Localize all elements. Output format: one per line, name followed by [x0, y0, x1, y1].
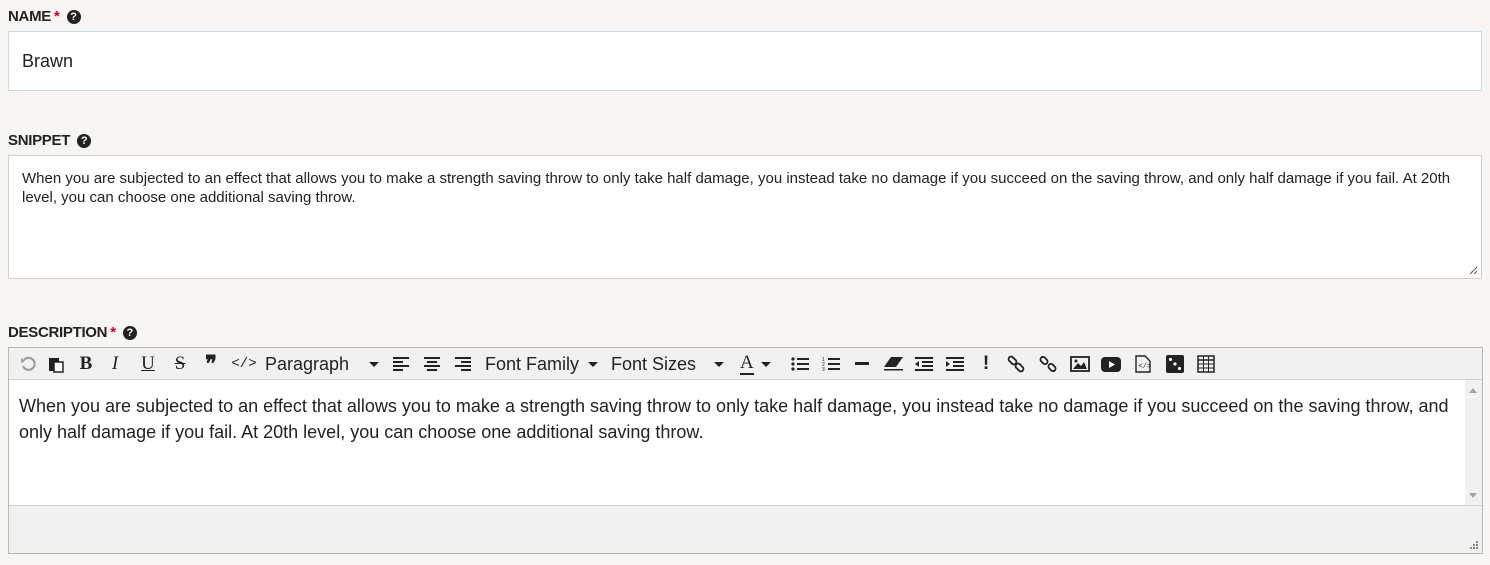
scroll-up-icon[interactable] [1469, 388, 1477, 393]
paste-icon[interactable] [45, 351, 67, 377]
block-format-dropdown[interactable]: Paragraph [265, 351, 385, 377]
editor-content[interactable]: When you are subjected to an effect that… [9, 380, 1467, 506]
description-label-row: DESCRIPTION * ? [8, 324, 137, 341]
font-sizes-dropdown[interactable]: Font Sizes [611, 351, 733, 377]
eraser-icon[interactable] [882, 351, 906, 377]
svg-text:</>: </> [1139, 363, 1152, 371]
font-family-dropdown[interactable]: Font Family [485, 351, 607, 377]
svg-text:3: 3 [822, 367, 825, 372]
image-icon[interactable] [1067, 351, 1093, 377]
chevron-down-icon [714, 361, 725, 367]
required-marker: * [110, 324, 116, 341]
align-left-icon[interactable] [390, 351, 412, 377]
snippet-textarea[interactable]: When you are subjected to an effect that… [8, 155, 1482, 279]
resize-grip-icon[interactable] [1469, 266, 1478, 275]
required-marker: * [53, 8, 60, 25]
chevron-down-icon [760, 361, 771, 367]
align-center-icon[interactable] [421, 351, 443, 377]
dice-icon[interactable] [1163, 351, 1187, 377]
bullet-list-icon[interactable] [789, 351, 811, 377]
snippet-label-row: SNIPPET ? [8, 132, 92, 149]
description-label: DESCRIPTION [8, 324, 108, 341]
question-circle-icon[interactable]: ? [66, 9, 81, 24]
description-text: When you are subjected to an effect that… [19, 396, 1449, 442]
rich-text-editor: B I U S ❞ </> Paragraph Font Family Font… [8, 347, 1483, 554]
chevron-down-icon [369, 361, 380, 367]
resize-handle-icon[interactable] [1468, 539, 1479, 550]
block-format-label: Paragraph [265, 353, 350, 374]
font-family-label: Font Family [485, 353, 580, 374]
video-icon[interactable] [1099, 351, 1123, 377]
table-icon[interactable] [1194, 351, 1218, 377]
underline-button[interactable]: U [137, 351, 159, 377]
source-code-icon[interactable]: </> [1131, 351, 1155, 377]
blockquote-button[interactable]: ❞ [200, 351, 222, 377]
italic-button[interactable]: I [105, 351, 125, 377]
indent-icon[interactable] [944, 351, 966, 377]
strikethrough-button[interactable]: S [169, 351, 191, 377]
text-color-button[interactable]: A [740, 351, 780, 377]
font-sizes-label: Font Sizes [611, 353, 697, 374]
outdent-icon[interactable] [913, 351, 935, 377]
bold-button[interactable]: B [76, 351, 96, 377]
snippet-text: When you are subjected to an effect that… [22, 170, 1451, 206]
numbered-list-icon[interactable]: 123 [820, 351, 842, 377]
code-button[interactable]: </> [231, 351, 257, 377]
exclamation-icon[interactable]: ! [977, 351, 995, 377]
link-icon[interactable] [1004, 351, 1028, 377]
chevron-down-icon [588, 361, 599, 367]
question-circle-icon[interactable]: ? [122, 325, 137, 340]
name-label-row: NAME * ? [8, 8, 81, 25]
name-label: NAME [8, 8, 51, 25]
unlink-icon[interactable] [1036, 351, 1060, 377]
text-color-icon: A [740, 352, 754, 375]
question-circle-icon[interactable]: ? [77, 133, 92, 148]
name-input[interactable] [8, 31, 1482, 91]
undo-icon[interactable] [17, 351, 39, 377]
snippet-label: SNIPPET [8, 132, 71, 149]
scroll-down-icon[interactable] [1469, 493, 1477, 498]
editor-scrollbar[interactable] [1465, 380, 1482, 506]
editor-toolbar: B I U S ❞ </> Paragraph Font Family Font… [9, 348, 1482, 380]
horizontal-rule-icon[interactable] [851, 351, 873, 377]
align-right-icon[interactable] [452, 351, 474, 377]
editor-statusbar [9, 505, 1482, 553]
